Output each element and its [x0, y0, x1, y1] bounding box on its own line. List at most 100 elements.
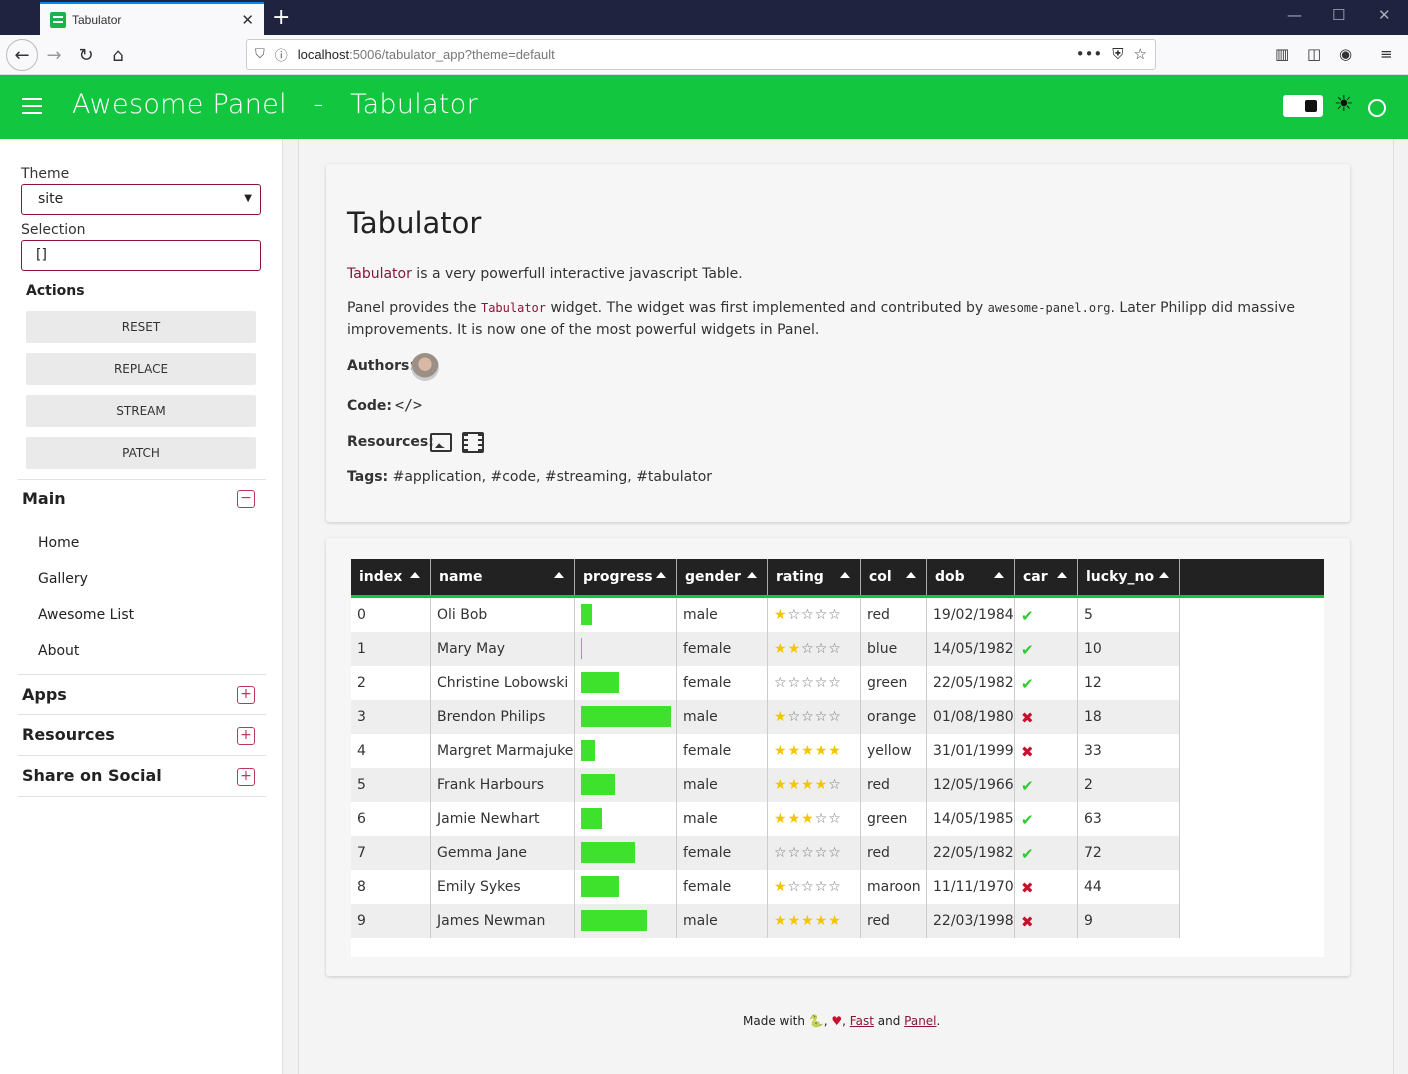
- sort-arrow-icon[interactable]: [1159, 572, 1169, 578]
- sort-arrow-icon[interactable]: [410, 572, 420, 578]
- back-icon[interactable]: ←: [6, 39, 38, 71]
- selection-input[interactable]: []: [21, 240, 261, 271]
- column-header-progress[interactable]: progress: [575, 559, 677, 595]
- plus-icon[interactable]: +: [237, 686, 255, 704]
- table-row[interactable]: 3 Brendon Philips male ★☆☆☆☆ orange 01/08/198…: [351, 700, 1180, 734]
- main-scrollbar[interactable]: [1393, 139, 1408, 1074]
- fast-link[interactable]: Fast: [850, 1014, 874, 1028]
- sidebar-item-awesome-list[interactable]: Awesome List: [38, 607, 134, 623]
- column-header-index[interactable]: index: [351, 559, 431, 595]
- column-header-col[interactable]: col: [861, 559, 927, 595]
- column-header-car[interactable]: car: [1015, 559, 1078, 595]
- column-header-lucky-no[interactable]: lucky_no: [1078, 559, 1180, 595]
- home-icon[interactable]: ⌂: [104, 41, 132, 69]
- table-row[interactable]: 7 Gemma Jane female ☆☆☆☆☆ red 22/05/1982 ✔ 72: [351, 836, 1180, 870]
- table-row[interactable]: 2 Christine Lobowski female ☆☆☆☆☆ green 22/05…: [351, 666, 1180, 700]
- column-header-rating[interactable]: rating: [768, 559, 861, 595]
- table-row[interactable]: 4 Margret Marmajuke female ★★★★★ yellow 31/01…: [351, 734, 1180, 768]
- cell-progress: [575, 870, 677, 904]
- shield-icon[interactable]: ⛉: [255, 47, 265, 62]
- sort-arrow-icon[interactable]: [554, 572, 564, 578]
- sidebar-scrollbar[interactable]: [283, 139, 299, 1074]
- star-icon: ★: [828, 743, 842, 759]
- circle-icon[interactable]: [1368, 99, 1386, 117]
- tab-close-icon[interactable]: ✕: [241, 11, 254, 29]
- plus-icon[interactable]: +: [237, 727, 255, 745]
- theme-toggle-icon[interactable]: [1283, 95, 1323, 117]
- plus-icon[interactable]: +: [237, 768, 255, 786]
- info-icon[interactable]: ⓘ: [275, 45, 288, 64]
- window-close-icon[interactable]: ✕: [1378, 6, 1391, 24]
- section-share-on-social[interactable]: Share on Social: [22, 766, 162, 785]
- sort-arrow-icon[interactable]: [994, 572, 1004, 578]
- sort-arrow-icon[interactable]: [1057, 572, 1067, 578]
- table-row[interactable]: 8 Emily Sykes female ★☆☆☆☆ maroon 11/11/1970 ✖…: [351, 870, 1180, 904]
- account-icon[interactable]: ◉: [1339, 45, 1352, 63]
- sidebar-item-about[interactable]: About: [38, 643, 79, 659]
- reset-button[interactable]: RESET: [26, 311, 256, 343]
- minus-icon[interactable]: −: [237, 490, 255, 508]
- tab-title: Tabulator: [72, 12, 122, 27]
- film-icon[interactable]: [462, 432, 484, 453]
- sort-arrow-icon[interactable]: [840, 572, 850, 578]
- bookmark-star-icon[interactable]: ☆: [1134, 45, 1147, 63]
- selection-label: Selection: [21, 222, 86, 238]
- section-main[interactable]: Main: [22, 489, 66, 508]
- reload-icon[interactable]: ↻: [72, 41, 100, 69]
- theme-label: Theme: [21, 166, 70, 182]
- star-icon: ★: [774, 811, 788, 827]
- app-menu-icon[interactable]: ≡: [1380, 45, 1393, 63]
- sun-icon[interactable]: ☀: [1334, 92, 1354, 117]
- cell-rating: ★★★★★: [768, 904, 861, 938]
- code-icon[interactable]: </>: [395, 396, 422, 414]
- cell-gender: male: [677, 768, 768, 802]
- sidebar-item-home[interactable]: Home: [38, 535, 79, 551]
- section-apps[interactable]: Apps: [22, 685, 67, 704]
- cell-col: red: [861, 904, 927, 938]
- panel-link[interactable]: Panel: [904, 1014, 936, 1028]
- column-header-dob[interactable]: dob: [927, 559, 1015, 595]
- avatar[interactable]: [411, 353, 439, 381]
- table-row[interactable]: 5 Frank Harbours male ★★★★☆ red 12/05/1966 ✔ 2: [351, 768, 1180, 802]
- table-header: index name progress gender rating col dob car lu…: [351, 559, 1324, 598]
- cell-gender: female: [677, 734, 768, 768]
- cell-progress: [575, 802, 677, 836]
- star-icon: ★: [787, 811, 802, 827]
- table-row[interactable]: 0 Oli Bob male ★☆☆☆☆ red 19/02/1984 ✔ 5: [351, 598, 1180, 632]
- favicon-icon: [50, 11, 66, 28]
- url-bar[interactable]: ⛉ ⓘ localhost:5006/tabulator_app?theme=d…: [246, 39, 1156, 70]
- library-icon[interactable]: ▥: [1275, 45, 1289, 63]
- stream-button[interactable]: STREAM: [26, 395, 256, 427]
- column-header-gender[interactable]: gender: [677, 559, 768, 595]
- table-row[interactable]: 1 Mary May female ★★☆☆☆ blue 14/05/1982 ✔ 10: [351, 632, 1180, 666]
- tabulator-link[interactable]: Tabulator: [347, 266, 412, 282]
- sidebar-item-gallery[interactable]: Gallery: [38, 571, 88, 587]
- url-text[interactable]: localhost:5006/tabulator_app?theme=defau…: [298, 47, 555, 62]
- new-tab-icon[interactable]: +: [272, 5, 290, 30]
- pocket-icon[interactable]: ⛨: [1112, 45, 1123, 63]
- tags-line: Tags: #application, #code, #streaming, #…: [347, 469, 713, 485]
- table-row[interactable]: 6 Jamie Newhart male ★★★☆☆ green 14/05/1985 ✔ 6…: [351, 802, 1180, 836]
- star-icon: ☆: [828, 879, 842, 895]
- maximize-icon[interactable]: ☐: [1332, 6, 1345, 24]
- sort-arrow-icon[interactable]: [747, 572, 757, 578]
- star-icon: ☆: [787, 709, 802, 725]
- column-header-name[interactable]: name: [431, 559, 575, 595]
- menu-icon[interactable]: [22, 98, 42, 114]
- sidebar-toggle-icon[interactable]: ◫: [1307, 45, 1321, 63]
- section-resources[interactable]: Resources: [22, 725, 115, 744]
- theme-select[interactable]: site ▼: [21, 184, 261, 215]
- sort-arrow-icon[interactable]: [656, 572, 666, 578]
- browser-tab[interactable]: Tabulator ✕: [40, 2, 264, 35]
- cell-dob: 12/05/1966: [927, 768, 1015, 802]
- forward-icon[interactable]: →: [40, 41, 68, 69]
- table-row[interactable]: 9 James Newman male ★★★★★ red 22/03/1998 ✖ 9: [351, 904, 1180, 938]
- star-icon: ☆: [787, 845, 802, 861]
- patch-button[interactable]: PATCH: [26, 437, 256, 469]
- more-icon[interactable]: •••: [1076, 45, 1103, 63]
- minimize-icon[interactable]: —: [1287, 6, 1302, 24]
- progress-bar: [581, 706, 671, 727]
- sort-arrow-icon[interactable]: [906, 572, 916, 578]
- image-icon[interactable]: [430, 433, 452, 452]
- replace-button[interactable]: REPLACE: [26, 353, 256, 385]
